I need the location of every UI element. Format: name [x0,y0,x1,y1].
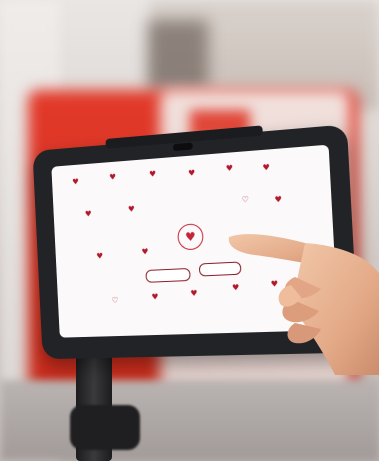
heart-icon: ♥ [148,169,157,179]
heart-icon: ♥ [141,247,149,257]
background-object [148,20,208,90]
floor [0,380,379,461]
heart-icon: ♥ [109,172,117,182]
secondary-button[interactable] [145,267,191,283]
photo: ♥ ♥ ♥ ♥ ♥ ♥ ♥ ♥ ♡ ♥ ♥ ♥ ♥ ♡ ♥ ♥ ♥ ♥ ♥ [0,0,379,461]
heart-icon: ♥ [225,163,234,174]
heart-icon[interactable]: ♥ [177,223,204,251]
heart-icon: ♥ [274,194,283,205]
heart-icon: ♥ [127,204,135,214]
heart-icon: ♡ [111,295,119,305]
heart-icon: ♥ [190,288,198,298]
heart-icon: ♥ [84,209,92,219]
hand [228,234,379,375]
heart-icon: ♥ [72,177,80,187]
heart-icon: ♥ [151,292,159,302]
heart-icon: ♡ [241,194,250,205]
heart-icon: ♥ [96,251,104,261]
heart-icon: ♥ [187,168,196,178]
heart-icon: ♥ [262,162,271,173]
screen-heading [54,203,332,221]
tablet-camera [172,142,193,152]
tablet-stand-clamp [70,405,140,450]
